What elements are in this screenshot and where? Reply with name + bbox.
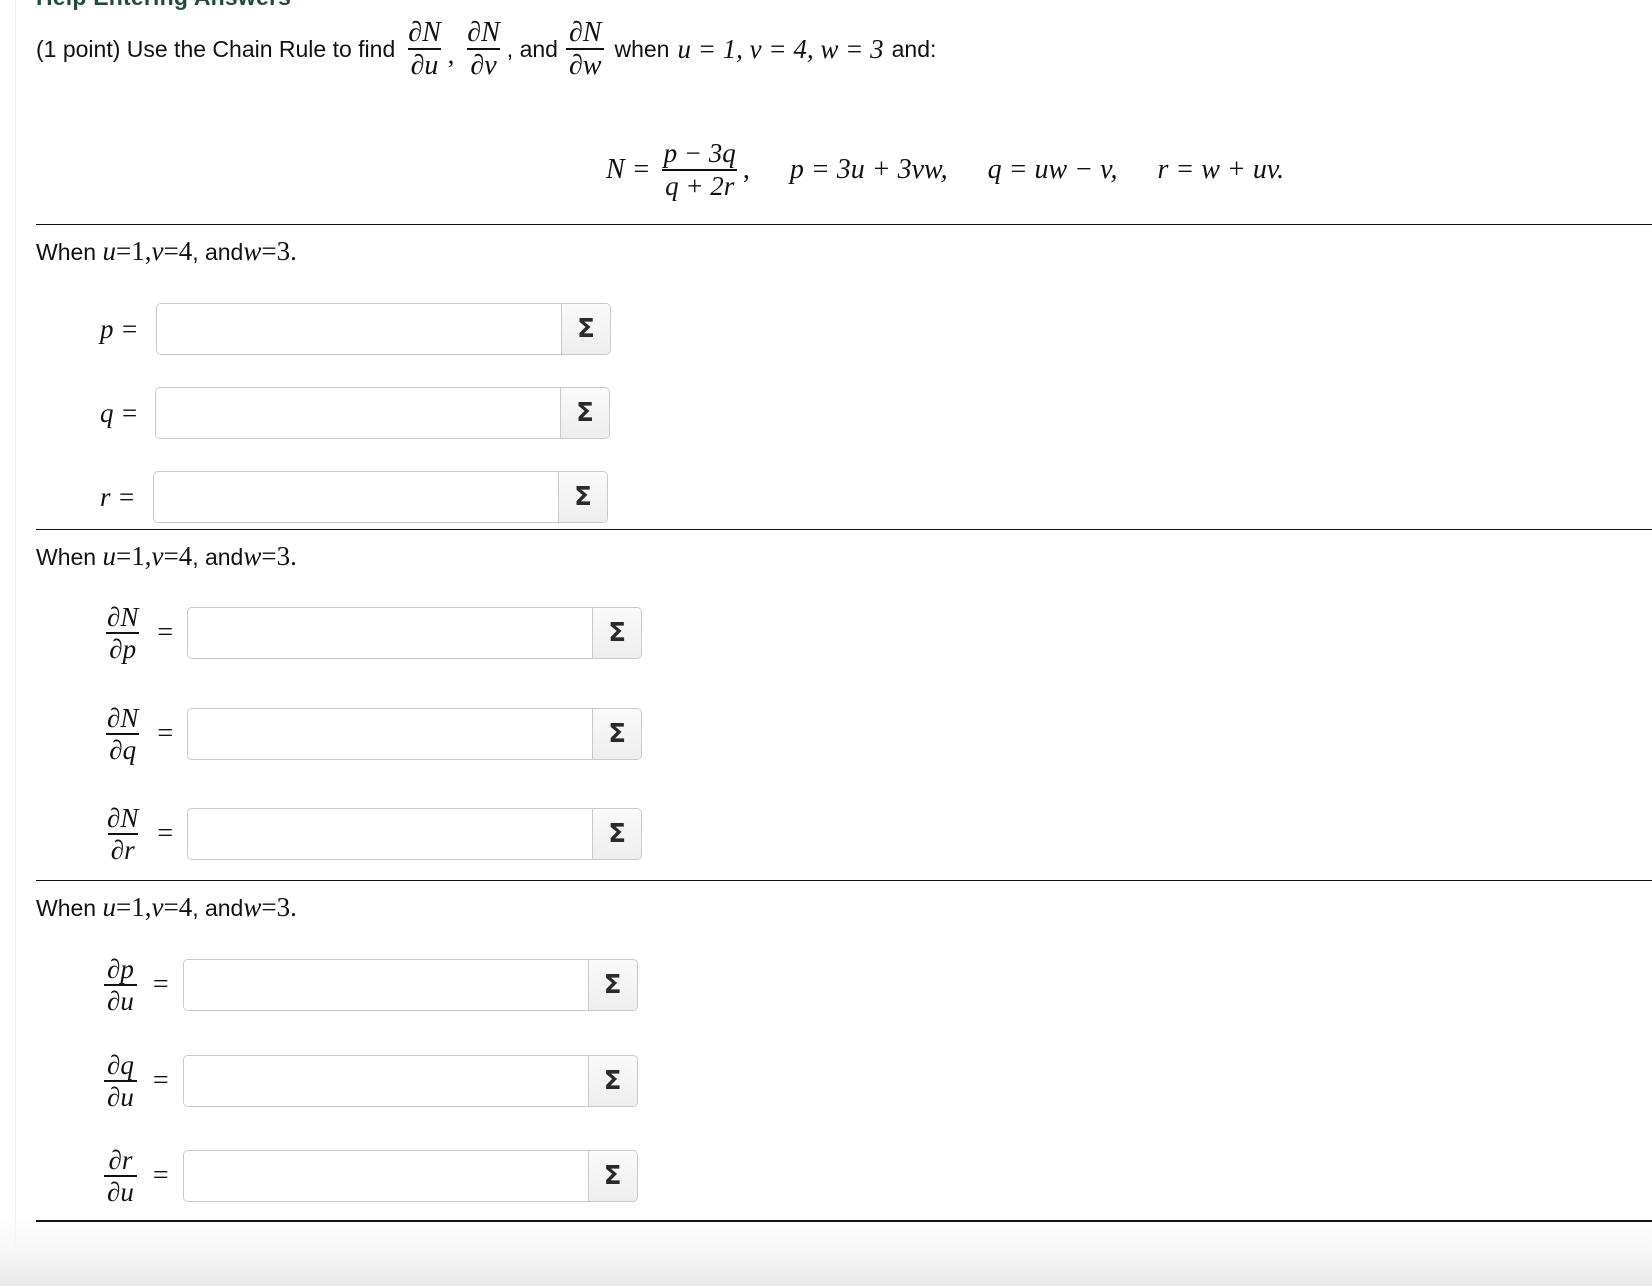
answer-box-dN-dp: Σ (187, 607, 643, 660)
answer-box-p: Σ (156, 303, 611, 355)
dN-dr-input[interactable] (188, 809, 593, 860)
answer-box-dq-du: Σ (182, 1055, 638, 1108)
section-divider (36, 1220, 1652, 1222)
answer-box-r: Σ (153, 471, 608, 523)
N-fraction: p − 3q q + 2r (662, 138, 738, 201)
dN-dq-input[interactable] (188, 709, 593, 760)
answer-row-dN-dp: ∂N ∂p = Σ (100, 602, 643, 665)
answer-row-dq-du: ∂q ∂u = Σ (100, 1051, 638, 1112)
equation-editor-sigma-icon[interactable]: Σ (592, 608, 642, 659)
answer-row-q: q = Σ (100, 387, 610, 439)
answer-row-dp-du: ∂p ∂u = Σ (100, 955, 638, 1016)
q-label: q = (100, 397, 139, 428)
p-input[interactable] (157, 304, 561, 354)
help-entering-answers-link[interactable]: Help Entering Answers (36, 0, 291, 11)
p-definition: p = 3u + 3vw, (789, 153, 948, 185)
and-colon-text: and: (891, 35, 937, 62)
section-divider (36, 224, 1652, 225)
p-label: p = (100, 313, 139, 344)
dN-dq-label: ∂N ∂q (106, 703, 140, 766)
answer-box-dN-dr: Σ (187, 808, 643, 861)
dr-du-label: ∂r ∂u (104, 1146, 137, 1207)
page-left-border (15, 0, 16, 1286)
dr-du-input[interactable] (183, 1151, 588, 1202)
dq-du-input[interactable] (183, 1056, 588, 1107)
N-lhs: N = (606, 153, 651, 185)
equation-editor-sigma-icon[interactable]: Σ (587, 1056, 637, 1107)
section-divider (36, 880, 1652, 881)
dN-dr-label: ∂N ∂r (107, 803, 139, 866)
answer-box-q: Σ (155, 387, 610, 439)
section-3-condition: When u = 1, v = 4, and w = 3. (36, 892, 297, 922)
section-divider (36, 529, 1652, 530)
equation-editor-sigma-icon[interactable]: Σ (592, 809, 642, 860)
partial-N-v: ∂N ∂v (467, 16, 500, 81)
q-input[interactable] (156, 388, 560, 438)
dq-du-label: ∂q ∂u (104, 1051, 137, 1112)
answer-box-dr-du: Σ (182, 1150, 638, 1203)
equation-editor-sigma-icon[interactable]: Σ (560, 388, 609, 438)
dN-dp-label: ∂N ∂p (106, 602, 140, 665)
equation-editor-sigma-icon[interactable]: Σ (558, 472, 607, 522)
q-definition: q = uw − v, (987, 153, 1118, 185)
equation-editor-sigma-icon[interactable]: Σ (561, 304, 610, 354)
partial-N-u: ∂N ∂u (407, 16, 442, 81)
r-input[interactable] (154, 472, 558, 522)
condition-math: u = 1, v = 4, w = 3 (677, 33, 884, 64)
problem-intro: (1 point) Use the Chain Rule to find (36, 35, 396, 62)
dp-du-input[interactable] (183, 960, 588, 1011)
answer-box-dp-du: Σ (182, 959, 638, 1012)
section-2-condition: When u = 1, v = 4, and w = 3. (36, 541, 297, 571)
answer-row-p: p = Σ (100, 303, 611, 355)
problem-statement: (1 point) Use the Chain Rule to find ∂N … (36, 16, 937, 81)
answer-row-dN-dq: ∂N ∂q = Σ (100, 703, 643, 766)
and-text: , and (506, 35, 558, 62)
equation-editor-sigma-icon[interactable]: Σ (587, 960, 637, 1011)
equation-editor-sigma-icon[interactable]: Σ (587, 1151, 637, 1202)
answer-row-dN-dr: ∂N ∂r = Σ (100, 803, 643, 866)
dN-dp-input[interactable] (188, 608, 593, 659)
partial-N-w: ∂N ∂w (565, 17, 605, 81)
dp-du-label: ∂p ∂u (104, 955, 137, 1016)
r-definition: r = w + uv. (1157, 153, 1285, 185)
answer-row-r: r = Σ (100, 471, 608, 523)
section-1-condition: When u = 1, v = 4, and w = 3. (36, 236, 297, 266)
definitions-equation: N = p − 3q q + 2r , p = 3u + 3vw, q = uw… (606, 138, 1285, 201)
answer-row-dr-du: ∂r ∂u = Σ (100, 1146, 638, 1207)
when-text: when (614, 35, 670, 62)
bottom-fade (0, 1215, 1652, 1286)
answer-box-dN-dq: Σ (187, 708, 643, 761)
r-label: r = (100, 481, 136, 512)
equation-editor-sigma-icon[interactable]: Σ (592, 709, 642, 760)
